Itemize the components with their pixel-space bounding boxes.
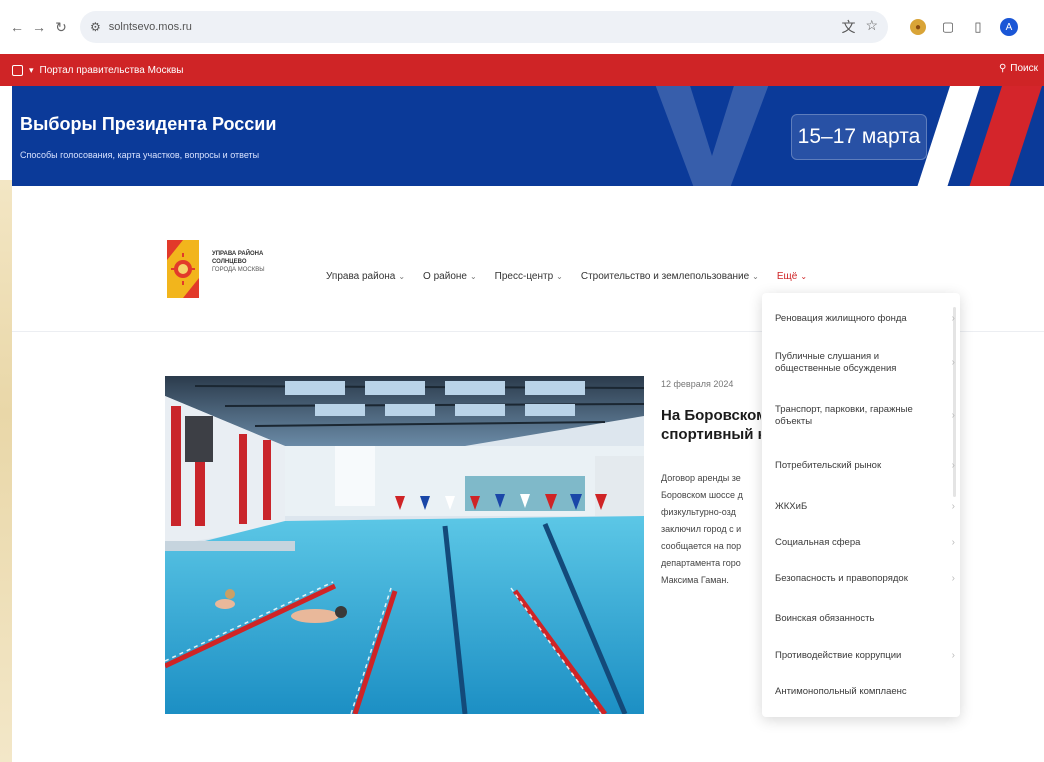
dropdown-item-security[interactable]: Безопасность и правопорядок ›	[775, 573, 955, 585]
dropdown-item-military[interactable]: Воинская обязанность	[775, 613, 945, 625]
news-photo[interactable]	[165, 376, 644, 714]
translate-icon[interactable]: 文	[841, 17, 855, 37]
nav-item-label: Ещё	[776, 271, 798, 282]
address-bar[interactable]: ⚙ solntsevo.mos.ru 文 ☆	[80, 11, 888, 43]
portal-search-button[interactable]: ⚲ Поиск	[999, 63, 1038, 74]
news-text-line: департамента горо	[661, 558, 741, 568]
chevron-right-icon: ›	[951, 460, 955, 471]
portal-grid-icon[interactable]	[12, 64, 23, 76]
logo-line-2: СОЛНЦЕВО	[212, 259, 247, 265]
extension-icon[interactable]: ●	[910, 19, 926, 35]
dropdown-item-label: Реновация жилищного фонда	[775, 313, 907, 324]
main-nav: Управа района ⌄ О районе ⌄ Пресс-центр ⌄ Ст…	[326, 271, 807, 282]
dropdown-item-anticorruption[interactable]: Противодействие коррупции ›	[775, 650, 955, 662]
dropdown-item-label: Транспорт, парковки, гаражные объекты	[775, 404, 913, 427]
dropdown-item-label: Потребительский рынок	[775, 460, 882, 471]
chevron-right-icon: ›	[951, 501, 955, 512]
news-text-line: сообщается на пор	[661, 541, 742, 551]
dropdown-item-social[interactable]: Социальная сфера ›	[775, 537, 955, 549]
nav-item-label: Управа района	[326, 271, 396, 282]
nav-item-label: Пресс-центр	[494, 271, 554, 282]
news-text-line: Максима Гаман.	[661, 575, 729, 585]
nav-item-more[interactable]: Ещё ⌄	[777, 271, 807, 282]
news-text-line: заключил город с и	[661, 524, 742, 534]
search-icon: ⚲	[998, 63, 1007, 74]
district-logo-text[interactable]: УПРАВА РАЙОНА СОЛНЦЕВО ГОРОДА МОСКВЫ	[212, 250, 265, 274]
dropdown-item-transport[interactable]: Транспорт, парковки, гаражные объекты ›	[775, 404, 955, 428]
dropdown-item-renovation[interactable]: Реновация жилищного фонда ›	[775, 313, 955, 325]
news-text-line: Боровском шоссе д	[661, 490, 743, 500]
news-text-line: Договор аренды зе	[661, 473, 741, 483]
dropdown-item-public-hearings[interactable]: Публичные слушания и общественные обсужд…	[775, 351, 955, 375]
dropdown-item-label: Воинская обязанность	[775, 613, 875, 624]
dropdown-item-label: Противодействие коррупции	[775, 650, 902, 661]
portal-bar: ▾ Портал правительства Москвы ⚲ Поиск	[0, 54, 1044, 86]
banner-subtitle: Способы голосования, карта участков, воп…	[20, 150, 260, 160]
election-banner[interactable]: Выборы Президента России Способы голосов…	[12, 86, 1044, 186]
dropdown-item-label: Безопасность и правопорядок	[775, 573, 908, 584]
banner-title[interactable]: Выборы Президента России	[20, 114, 276, 135]
page: ← → ↻ ⚙ solntsevo.mos.ru 文 ☆ ● ▢ ▯ A ▾ П…	[0, 0, 1044, 762]
side-panel-icon[interactable]: ▯	[970, 19, 986, 35]
reload-icon[interactable]: ↻	[50, 16, 72, 38]
chevron-right-icon: ›	[951, 410, 955, 421]
chevron-right-icon: ›	[951, 357, 955, 368]
chevron-right-icon: ›	[951, 313, 955, 324]
district-logo[interactable]	[167, 240, 199, 298]
dropdown-item-antimonopoly[interactable]: Антимонопольный комплаенс	[775, 686, 945, 698]
nav-item-construction[interactable]: Строительство и землепользование ⌄	[581, 271, 759, 282]
news-date: 12 февраля 2024	[661, 379, 734, 389]
back-arrow-icon[interactable]: ←	[6, 16, 28, 38]
more-dropdown-menu: Реновация жилищного фонда › Публичные сл…	[762, 293, 960, 717]
chevron-right-icon: ›	[951, 650, 955, 661]
url-text[interactable]: solntsevo.mos.ru	[109, 21, 192, 33]
chevron-down-icon: ⌄	[752, 272, 759, 281]
news-title[interactable]: На Боровском спортивный к	[661, 406, 761, 444]
left-edge-decoration	[0, 180, 12, 762]
dropdown-item-housing[interactable]: ЖКХиБ ›	[775, 501, 955, 513]
news-title-line-2: спортивный к	[661, 426, 761, 443]
news-text: Договор аренды зе Боровском шоссе д физк…	[661, 470, 761, 620]
nav-item-label: Строительство и землепользование	[580, 271, 750, 282]
logo-line-3: ГОРОДА МОСКВЫ	[212, 267, 265, 273]
chevron-down-icon: ⌄	[398, 272, 406, 281]
chevron-down-icon: ⌄	[469, 272, 477, 281]
news-title-line-1: На Боровском	[661, 407, 761, 424]
chevron-down-icon[interactable]: ▾	[29, 65, 34, 76]
nav-item-about[interactable]: О районе ⌄	[423, 271, 477, 282]
forward-arrow-icon[interactable]: →	[28, 16, 50, 38]
flag-stripe-red	[969, 86, 1042, 186]
chevron-right-icon: ›	[951, 537, 955, 548]
chevron-right-icon: ›	[951, 573, 955, 584]
nav-item-press[interactable]: Пресс-центр ⌄	[495, 271, 563, 282]
bookmark-star-icon[interactable]: ☆	[865, 17, 878, 37]
chevron-down-icon: ⌄	[800, 272, 808, 281]
nav-item-uprava[interactable]: Управа района ⌄	[326, 271, 405, 282]
dropdown-item-label: Социальная сфера	[775, 537, 861, 548]
browser-toolbar: ← → ↻ ⚙ solntsevo.mos.ru 文 ☆ ● ▢ ▯ A	[0, 0, 1044, 54]
dropdown-item-consumer-market[interactable]: Потребительский рынок ›	[775, 460, 955, 472]
dropdown-item-label: Публичные слушания и общественные обсужд…	[775, 351, 897, 374]
logo-line-1: УПРАВА РАЙОНА	[212, 251, 264, 257]
dropdown-item-label: ЖКХиБ	[775, 501, 808, 512]
site-settings-icon[interactable]: ⚙	[90, 20, 101, 34]
news-text-line: физкультурно-озд	[661, 507, 736, 517]
banner-v-decoration	[655, 86, 769, 186]
portal-search-label: Поиск	[1010, 63, 1038, 74]
chevron-down-icon: ⌄	[556, 272, 563, 281]
nav-item-label: О районе	[423, 271, 467, 282]
extensions-puzzle-icon[interactable]: ▢	[940, 19, 956, 35]
banner-dates: 15–17 марта	[791, 114, 927, 160]
profile-avatar[interactable]: A	[1000, 18, 1018, 36]
dropdown-item-label: Антимонопольный комплаенс	[775, 686, 907, 697]
portal-link[interactable]: Портал правительства Москвы	[40, 65, 184, 76]
